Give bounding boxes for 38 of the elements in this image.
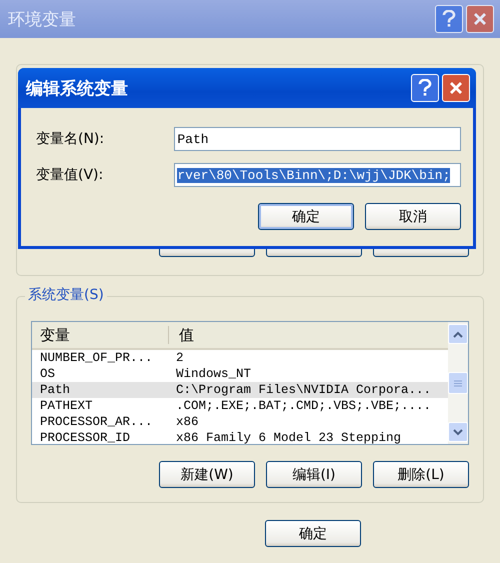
table-cell-text: PROCESSOR_ID [39, 430, 132, 444]
input-field[interactable]: rver\80\Tools\Binn\;D:\wjj\JDK\bin; [174, 163, 461, 187]
table-cell: x86 [176, 414, 199, 430]
group-title: 系统变量(S) [25, 286, 107, 304]
close-icon [449, 81, 463, 95]
close-button[interactable] [466, 5, 494, 33]
table-cell: .COM;.EXE;.BAT;.CMD;.VBS;.VBE;.... [176, 398, 432, 414]
input-field[interactable]: Path [174, 127, 461, 151]
table-cell: C:\Program Files\NVIDIA Corpora... [176, 382, 432, 398]
field-label: 变量名(N): [36, 130, 106, 148]
list-row[interactable]: Path C:\Program Files\NVIDIA Corpora... [32, 382, 448, 398]
ok-button[interactable]: 确定 [265, 520, 361, 547]
help-button[interactable] [435, 5, 463, 33]
table-cell: x86 Family 6 Model 23 Stepping [176, 430, 402, 444]
table-cell-text: PATHEXT [39, 398, 94, 414]
table-cell-text: OS [39, 366, 56, 382]
dialog-title: 编辑系统变量 [26, 78, 129, 100]
close-button[interactable] [442, 74, 470, 102]
grip-icon [454, 380, 462, 386]
push-button[interactable]: 确定 [258, 203, 354, 230]
table-cell-text: Path [39, 382, 72, 398]
push-button[interactable]: 取消 [365, 203, 461, 230]
close-icon [473, 12, 487, 26]
column-header[interactable]: 值 [169, 322, 329, 348]
help-button[interactable] [411, 74, 439, 102]
table-cell-text: NUMBER_OF_PR... [39, 350, 154, 366]
column-header[interactable]: 变量 [32, 326, 169, 344]
push-button[interactable]: 删除(L) [373, 461, 469, 488]
push-button[interactable]: 新建(W) [159, 461, 255, 488]
help-icon [442, 10, 456, 28]
scroll-bar[interactable] [448, 322, 468, 444]
table-cell-text: PROCESSOR_AR... [39, 414, 154, 430]
help-icon [418, 79, 432, 97]
push-button[interactable]: 编辑(I) [266, 461, 362, 488]
window-title: 环境变量 [8, 8, 77, 30]
field-label: 变量值(V): [36, 166, 104, 184]
table-cell: Windows_NT [176, 366, 252, 382]
table-cell: 2 [176, 350, 184, 366]
